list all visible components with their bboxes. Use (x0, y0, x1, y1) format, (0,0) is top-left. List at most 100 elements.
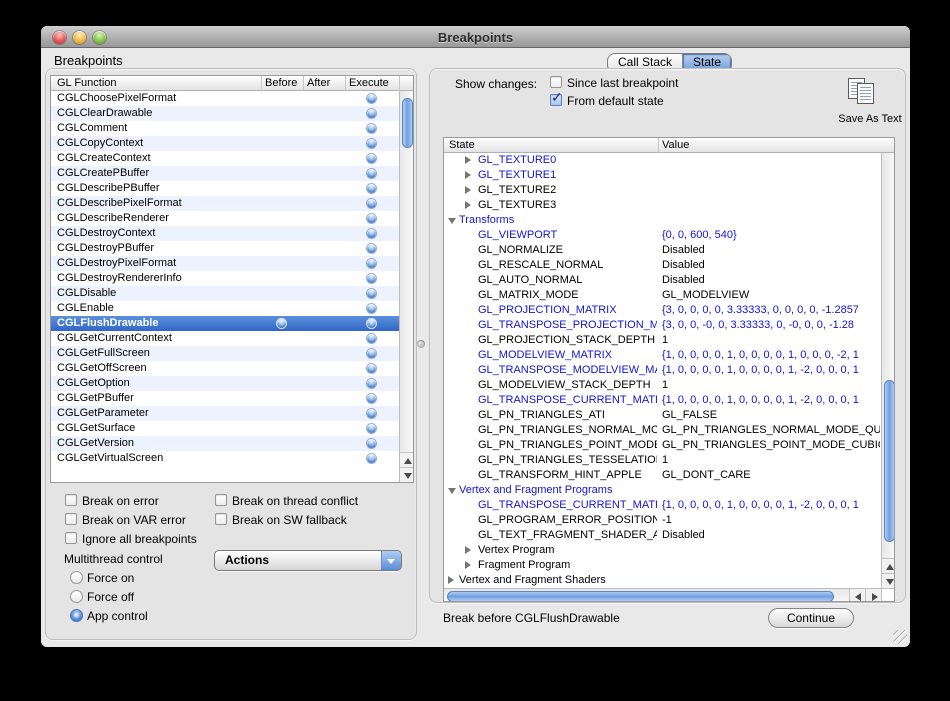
checkbox-box[interactable] (215, 494, 227, 506)
breakpoint-orb-execute-icon[interactable] (367, 199, 376, 208)
checkbox-box[interactable] (65, 513, 77, 525)
function-row[interactable]: CGLDescribePixelFormat (51, 196, 400, 211)
checkbox-box[interactable] (550, 76, 562, 88)
function-row[interactable]: CGLGetSurface (51, 421, 400, 436)
breakpoint-orb-execute-icon[interactable] (367, 424, 376, 433)
state-row[interactable]: GL_MODELVIEW_MATRIX{1, 0, 0, 0, 0, 1, 0,… (444, 348, 881, 363)
continue-button[interactable]: Continue (768, 608, 854, 628)
breakpoint-orb-execute-icon[interactable] (367, 304, 376, 313)
breakpoint-orb-execute-icon[interactable] (367, 214, 376, 223)
breakpoint-orb-execute-icon[interactable] (367, 229, 376, 238)
function-row[interactable]: CGLDestroyRendererInfo (51, 271, 400, 286)
function-row[interactable]: CGLGetVirtualScreen (51, 451, 400, 466)
state-row[interactable]: GL_PN_TRIANGLES_ATIGL_FALSE (444, 408, 881, 423)
breakpoint-orb-execute-icon[interactable] (367, 454, 376, 463)
function-list-scrollbar[interactable] (399, 91, 414, 482)
column-header-before[interactable]: Before (265, 77, 297, 89)
breakpoint-orb-execute-icon[interactable] (367, 184, 376, 193)
state-row[interactable]: Transforms (444, 213, 881, 228)
resize-grip[interactable] (893, 630, 907, 644)
checkbox-box[interactable] (550, 94, 562, 106)
radio-button[interactable] (70, 571, 83, 584)
function-row[interactable]: CGLGetVersion (51, 436, 400, 451)
function-row[interactable]: CGLChoosePixelFormat (51, 91, 400, 106)
breakpoint-orb-execute-icon[interactable] (367, 169, 376, 178)
state-row[interactable]: GL_PROGRAM_ERROR_POSITION_/-1 (444, 513, 881, 528)
breakpoint-orb-execute-icon[interactable] (367, 379, 376, 388)
state-row[interactable]: GL_TEXTURE2 (444, 183, 881, 198)
function-row[interactable]: CGLDisable (51, 286, 400, 301)
breakpoint-orb-execute-icon[interactable] (367, 439, 376, 448)
state-row[interactable]: GL_VIEWPORT{0, 0, 600, 540} (444, 228, 881, 243)
column-header-value[interactable]: Value (662, 139, 689, 151)
breakpoint-orb-execute-icon[interactable] (367, 124, 376, 133)
disclosure-triangle-icon[interactable] (465, 171, 471, 179)
scroll-up-button[interactable] (882, 558, 895, 573)
state-table-vscrollbar[interactable] (881, 153, 895, 588)
function-row[interactable]: CGLCopyContext (51, 136, 400, 151)
state-row[interactable]: GL_AUTO_NORMALDisabled (444, 273, 881, 288)
title-bar[interactable]: Breakpoints (41, 26, 910, 48)
disclosure-triangle-icon[interactable] (465, 546, 471, 554)
state-row[interactable]: GL_TEXTURE3 (444, 198, 881, 213)
state-row[interactable]: Vertex and Fragment Programs (444, 483, 881, 498)
radio-button[interactable] (70, 590, 83, 603)
disclosure-triangle-icon[interactable] (465, 561, 471, 569)
scroll-left-button[interactable] (849, 589, 865, 602)
function-row[interactable]: CGLDestroyContext (51, 226, 400, 241)
state-row[interactable]: Vertex and Fragment Shaders (444, 573, 881, 588)
scrollbar-thumb[interactable] (447, 591, 834, 602)
function-row[interactable]: CGLGetOffScreen (51, 361, 400, 376)
state-row[interactable]: GL_PN_TRIANGLES_NORMAL_MODGL_PN_TRIANGLE… (444, 423, 881, 438)
breakpoint-orb-execute-icon[interactable] (367, 289, 376, 298)
gl-function-table-header[interactable]: GL Function Before After Execute (51, 76, 413, 91)
column-header-gl-function[interactable]: GL Function (57, 77, 117, 89)
state-row[interactable]: GL_PN_TRIANGLES_POINT_MODE_GL_PN_TRIANGL… (444, 438, 881, 453)
state-row[interactable]: GL_TRANSPOSE_MODELVIEW_MAT{1, 0, 0, 0, 0… (444, 363, 881, 378)
state-row[interactable]: GL_MATRIX_MODEGL_MODELVIEW (444, 288, 881, 303)
function-row[interactable]: CGLDescribePBuffer (51, 181, 400, 196)
state-row[interactable]: GL_TRANSFORM_HINT_APPLEGL_DONT_CARE (444, 468, 881, 483)
disclosure-triangle-icon[interactable] (465, 156, 471, 164)
state-row[interactable]: GL_NORMALIZEDisabled (444, 243, 881, 258)
state-row[interactable]: GL_PN_TRIANGLES_TESSELATION_1 (444, 453, 881, 468)
state-row[interactable]: GL_MODELVIEW_STACK_DEPTH1 (444, 378, 881, 393)
breakpoint-orb-execute-icon[interactable] (367, 274, 376, 283)
disclosure-triangle-icon[interactable] (448, 576, 454, 584)
state-row[interactable]: Vertex Program (444, 543, 881, 558)
state-row[interactable]: GL_TRANSPOSE_CURRENT_MATRI{1, 0, 0, 0, 0… (444, 393, 881, 408)
scrollbar-thumb[interactable] (402, 98, 413, 148)
state-row[interactable]: Fragment Program (444, 558, 881, 573)
breakpoint-orb-execute-icon[interactable] (367, 349, 376, 358)
radio-button[interactable] (70, 609, 83, 622)
disclosure-triangle-icon[interactable] (465, 186, 471, 194)
function-row[interactable]: CGLClearDrawable (51, 106, 400, 121)
breakpoint-orb-execute-icon[interactable] (367, 154, 376, 163)
scroll-right-button[interactable] (865, 589, 881, 602)
function-row[interactable]: CGLGetCurrentContext (51, 331, 400, 346)
breakpoint-orb-execute-icon[interactable] (367, 109, 376, 118)
state-row[interactable]: GL_TEXTURE0 (444, 153, 881, 168)
function-row[interactable]: CGLFlushDrawable (51, 316, 400, 331)
state-row[interactable]: GL_TRANSPOSE_PROJECTION_MAT{3, 0, 0, -0,… (444, 318, 881, 333)
column-header-state[interactable]: State (449, 139, 475, 151)
function-row[interactable]: CGLGetPBuffer (51, 391, 400, 406)
function-row[interactable]: CGLDescribeRenderer (51, 211, 400, 226)
breakpoint-orb-execute-icon[interactable] (367, 409, 376, 418)
column-header-execute[interactable]: Execute (349, 77, 389, 89)
checkbox-box[interactable] (65, 494, 77, 506)
state-row[interactable]: GL_TEXT_FRAGMENT_SHADER_ATDisabled (444, 528, 881, 543)
pane-splitter-dimple-icon[interactable] (417, 340, 425, 348)
breakpoint-orb-execute-icon[interactable] (367, 244, 376, 253)
scroll-down-button[interactable] (882, 573, 895, 588)
breakpoint-orb-execute-icon[interactable] (367, 364, 376, 373)
save-as-text-button[interactable]: Save As Text (834, 77, 906, 127)
breakpoint-orb-execute-icon[interactable] (367, 94, 376, 103)
function-row[interactable]: CGLEnable (51, 301, 400, 316)
function-row[interactable]: CGLComment (51, 121, 400, 136)
scrollbar-thumb[interactable] (884, 380, 895, 542)
column-header-after[interactable]: After (307, 77, 330, 89)
breakpoint-orb-execute-icon[interactable] (367, 319, 376, 328)
breakpoint-orb-execute-icon[interactable] (367, 334, 376, 343)
checkbox-box[interactable] (215, 513, 227, 525)
